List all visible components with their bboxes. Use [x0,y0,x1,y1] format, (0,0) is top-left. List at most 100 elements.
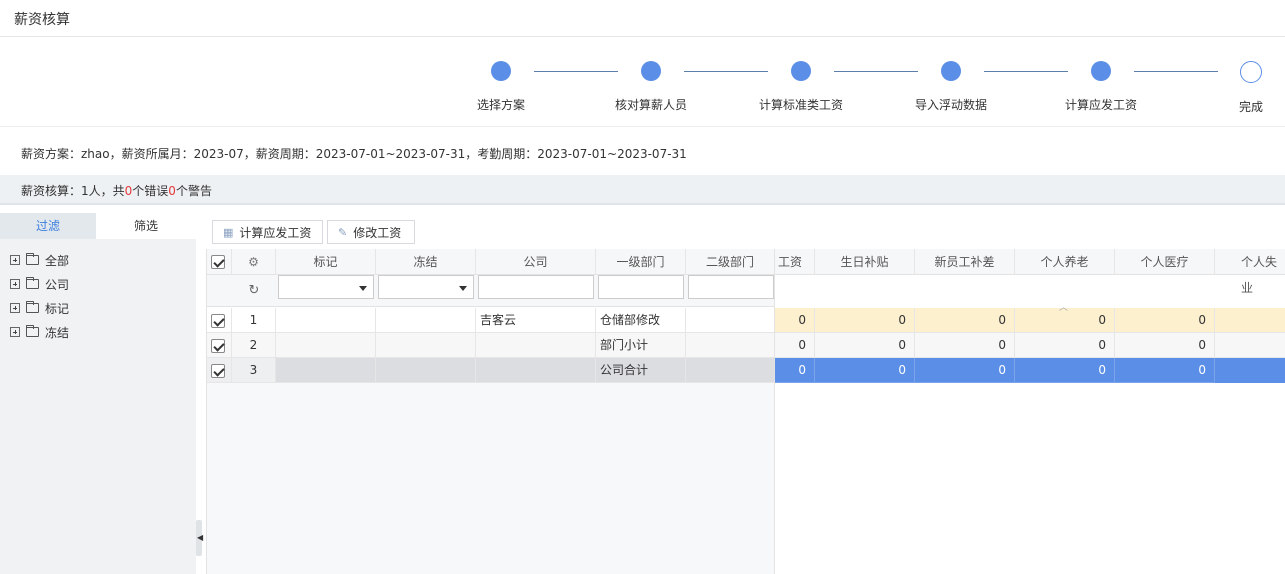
value-cell[interactable] [1215,333,1285,358]
step-3-dot[interactable] [791,61,811,81]
step-1-dot[interactable] [491,61,511,81]
table-row-selected[interactable]: 3 公司合计 [207,358,775,383]
expand-icon[interactable] [10,303,20,313]
refresh-icon[interactable]: ↻ [232,275,276,307]
col-header-dept1[interactable]: 一级部门 [596,249,686,275]
expand-icon[interactable] [10,279,20,289]
col-header-birthday-allowance[interactable]: 生日补贴 [815,249,915,275]
table-row[interactable]: 1 吉客云 仓储部修改 [207,308,775,333]
dept1-cell[interactable]: 公司合计 [596,358,686,383]
value-cell[interactable]: 0 [1115,358,1215,383]
company-cell[interactable] [476,358,596,383]
expand-icon[interactable] [10,255,20,265]
step-3-label[interactable]: 计算标准类工资 [759,96,843,113]
value-cell[interactable]: 0 [1115,308,1215,333]
step-4-dot[interactable] [941,61,961,81]
value-cell[interactable]: 0 [1015,358,1115,383]
tree-item-company[interactable]: 公司 [10,275,69,293]
frozen-column-divider [774,249,775,574]
mark-cell[interactable] [276,333,376,358]
step-2-dot[interactable] [641,61,661,81]
value-cell[interactable]: 0 [815,308,915,333]
dept1-filter-input[interactable] [598,275,684,299]
settings-gear-icon[interactable]: ⚙ [232,249,276,275]
company-cell[interactable]: 吉客云 [476,308,596,333]
edit-salary-button[interactable]: ✎ 修改工资 [327,220,415,244]
value-cell[interactable]: 0 [1115,333,1215,358]
col-header-pension[interactable]: 个人养老 [1015,249,1115,275]
value-cell[interactable]: 0 [815,358,915,383]
row-checkbox-cell [207,308,232,333]
dept2-filter-input[interactable] [688,275,774,299]
select-all-checkbox[interactable] [211,255,225,269]
row-checkbox[interactable] [211,364,225,378]
sort-caret-icon[interactable]: ︿ [1059,300,1068,313]
step-1-label[interactable]: 选择方案 [477,96,525,113]
expand-icon[interactable] [10,327,20,337]
step-5-dot[interactable] [1091,61,1111,81]
frozen-cell[interactable] [376,308,476,333]
table-row-values-selected[interactable]: 0 0 0 0 0 [775,358,1285,383]
col-header-mark[interactable]: 标记 [276,249,376,275]
tab-filter[interactable]: 过滤 [0,213,96,239]
company-cell[interactable] [476,333,596,358]
step-6-label[interactable]: 完成 [1239,98,1263,115]
dept2-cell[interactable] [686,358,775,383]
value-cell[interactable]: 0 [775,358,815,383]
value-cell[interactable]: 0 [775,333,815,358]
value-cell[interactable]: 0 [915,358,1015,383]
dept2-cell[interactable] [686,333,775,358]
button-label: 修改工资 [353,225,402,240]
calc-gross-pay-button[interactable]: ▦ 计算应发工资 [212,220,323,244]
mark-filter-select[interactable] [278,275,374,299]
tree-item-all[interactable]: 全部 [10,251,69,269]
tab-select[interactable]: 筛选 [96,213,196,239]
col-header-company[interactable]: 公司 [476,249,596,275]
value-cell[interactable]: 0 [915,333,1015,358]
step-4-label[interactable]: 导入浮动数据 [915,96,987,113]
edit-icon: ✎ [338,225,348,239]
mark-cell[interactable] [276,308,376,333]
dept1-cell[interactable]: 仓储部修改 [596,308,686,333]
dept2-cell[interactable] [686,308,775,333]
step-2-label[interactable]: 核对算薪人员 [615,96,687,113]
col-header-dept2[interactable]: 二级部门 [686,249,775,275]
row-number: 2 [232,333,276,358]
progress-stepper: 选择方案 核对算薪人员 计算标准类工资 导入浮动数据 计算应发工资 完成 [0,37,1285,127]
value-cell[interactable]: 0 [915,308,1015,333]
summary-bar: 薪资核算：1人，共0个错误0个警告 [0,175,1285,205]
panel-collapse-handle[interactable]: ◀ [196,520,203,556]
frozen-filter-select[interactable] [378,275,474,299]
table-row-values[interactable]: 0 0 0 0 0 [775,333,1285,358]
step-connector [534,71,618,72]
table-row[interactable]: 2 部门小计 [207,333,775,358]
col-header-medical[interactable]: 个人医疗 [1115,249,1215,275]
tree-item-mark[interactable]: 标记 [10,299,69,317]
summary-suffix: 个警告 [175,184,212,198]
value-cell[interactable] [1215,308,1285,333]
tree-label: 冻结 [45,325,70,340]
dept1-cell[interactable]: 部门小计 [596,333,686,358]
frozen-cell[interactable] [376,333,476,358]
table-row-values[interactable]: 0 0 0 0 0 [775,308,1285,333]
col-header-salary[interactable]: 工资 [775,249,815,275]
tree-label: 标记 [45,301,70,316]
folder-icon [26,301,39,313]
row-checkbox[interactable] [211,339,225,353]
frozen-cell[interactable] [376,358,476,383]
value-cell[interactable]: 0 [815,333,915,358]
value-cell[interactable]: 0 [1015,333,1115,358]
col-header-new-staff-diff[interactable]: 新员工补差 [915,249,1015,275]
company-filter-input[interactable] [478,275,594,299]
step-5-label[interactable]: 计算应发工资 [1065,96,1137,113]
value-cell[interactable]: 0 [775,308,815,333]
tree-item-frozen[interactable]: 冻结 [10,323,69,341]
step-6-dot[interactable] [1240,61,1262,83]
folder-icon [26,253,39,265]
value-cell[interactable] [1215,358,1285,383]
mark-cell[interactable] [276,358,376,383]
fixed-columns-empty-area [207,383,775,574]
col-header-frozen[interactable]: 冻结 [376,249,476,275]
col-header-unemployment[interactable]: 个人失业 [1215,249,1285,295]
row-checkbox[interactable] [211,314,225,328]
